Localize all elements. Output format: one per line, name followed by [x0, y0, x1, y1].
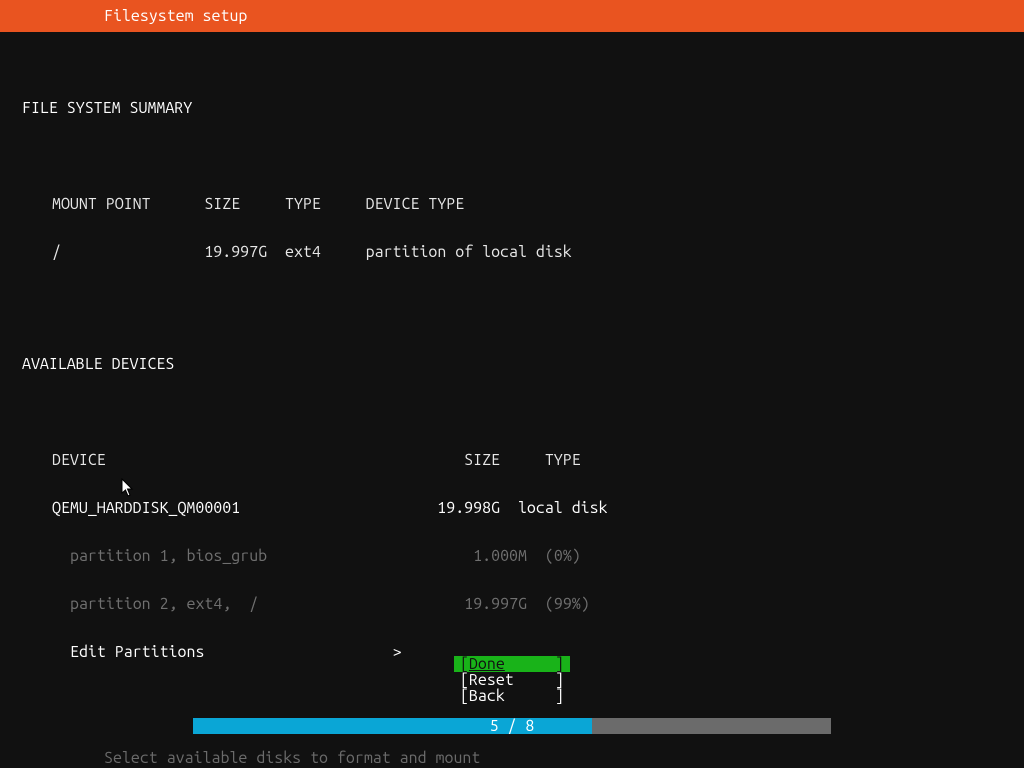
- footer-text: Select available disks to format and mou…: [104, 750, 480, 766]
- partition-row: partition 1, bios_grub 1.000M (0%): [22, 548, 1002, 564]
- main-panel: FILE SYSTEM SUMMARY MOUNT POINT SIZE TYP…: [0, 32, 1024, 708]
- partition-desc: partition 2, ext4, /: [70, 595, 258, 613]
- disk-size: 19.998G: [437, 499, 500, 517]
- summary-size: 19.997G: [204, 243, 267, 261]
- progress-label: 5 / 8: [193, 718, 831, 734]
- col-device-type: TYPE: [545, 451, 581, 469]
- summary-row[interactable]: / 19.997G ext4 partition of local disk: [22, 244, 1002, 260]
- partition-desc: partition 1, bios_grub: [70, 547, 267, 565]
- col-device-name: DEVICE: [52, 451, 106, 469]
- partition-row: partition 2, ext4, / 19.997G (99%): [22, 596, 1002, 612]
- footer-hint: Select available disks to format and mou…: [0, 748, 1024, 768]
- summary-mount: /: [52, 243, 61, 261]
- partition-size: 19.997G: [464, 595, 527, 613]
- partition-size: 1.000M: [473, 547, 527, 565]
- installer-header: Filesystem setup: [0, 0, 1024, 32]
- disk-row[interactable]: QEMU_HARDDISK_QM00001 19.998G local disk: [22, 500, 1002, 516]
- action-buttons: [Done] [Reset] [Back]: [0, 656, 1024, 704]
- available-devices-heading: AVAILABLE DEVICES: [22, 356, 1002, 372]
- col-size: SIZE: [204, 195, 240, 213]
- summary-type: ext4: [285, 243, 321, 261]
- disk-name: QEMU_HARDDISK_QM00001: [52, 499, 240, 517]
- col-mount: MOUNT POINT: [52, 195, 151, 213]
- summary-columns: MOUNT POINT SIZE TYPE DEVICE TYPE: [22, 196, 1002, 212]
- progress-bar: 5 / 8: [0, 718, 1024, 736]
- partition-pct: (0%): [545, 547, 581, 565]
- reset-button[interactable]: [Reset]: [454, 672, 570, 688]
- col-device-size: SIZE: [464, 451, 500, 469]
- devices-columns: DEVICE SIZE TYPE: [22, 452, 1002, 468]
- summary-device: partition of local disk: [366, 243, 572, 261]
- partition-pct: (99%): [545, 595, 590, 613]
- header-title: Filesystem setup: [104, 8, 247, 24]
- back-button[interactable]: [Back]: [454, 688, 570, 704]
- done-button[interactable]: [Done]: [454, 656, 570, 672]
- col-type: TYPE: [285, 195, 321, 213]
- file-system-summary-heading: FILE SYSTEM SUMMARY: [22, 100, 1002, 116]
- col-device: DEVICE TYPE: [366, 195, 465, 213]
- disk-type: local disk: [518, 499, 608, 517]
